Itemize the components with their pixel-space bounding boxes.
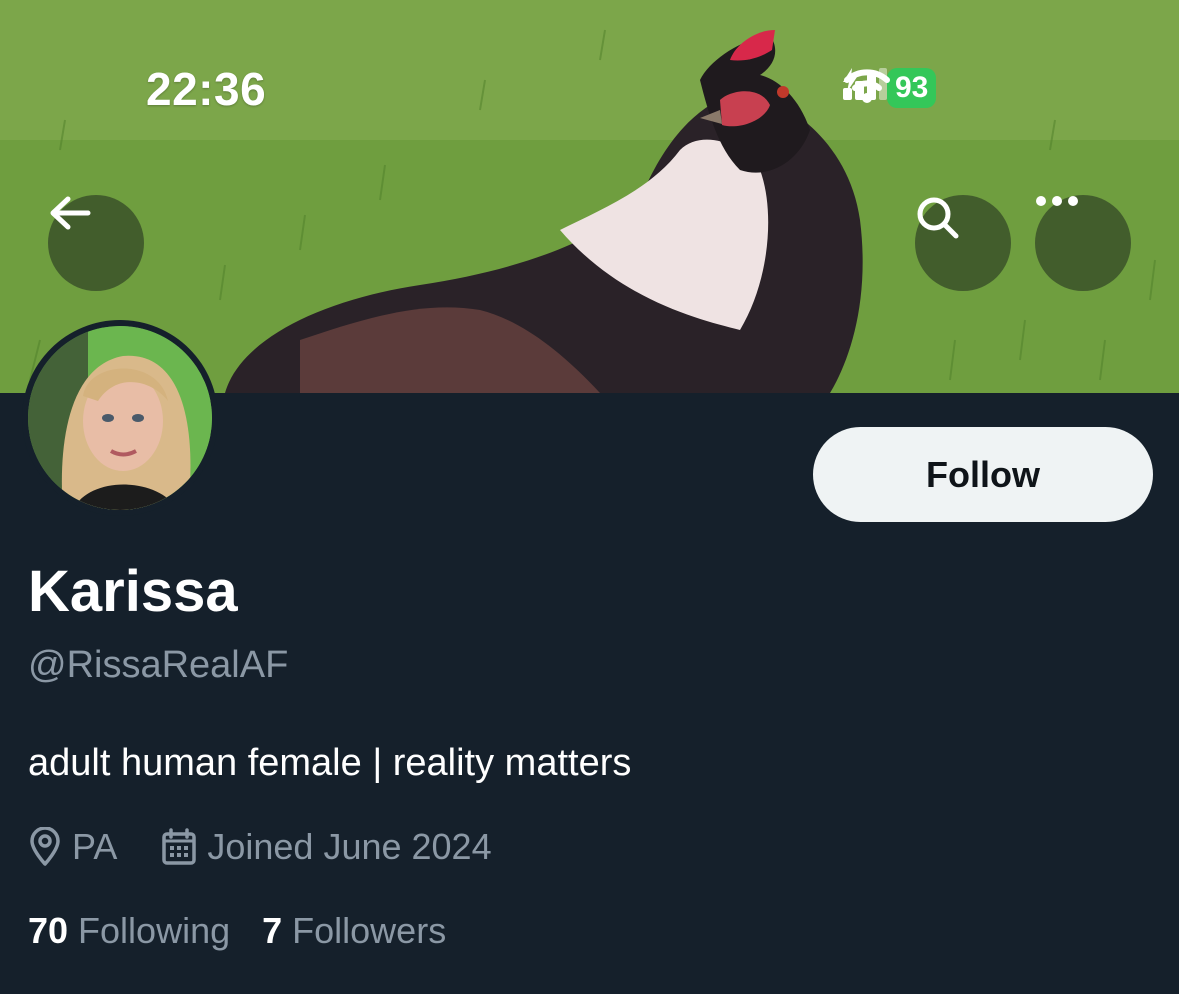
avatar-photo xyxy=(28,326,212,510)
join-date-text: Joined June 2024 xyxy=(207,826,492,867)
battery-charging-icon: 93 xyxy=(843,68,937,108)
profile-bio: adult human female | reality matters xyxy=(28,742,632,784)
search-icon xyxy=(917,197,959,239)
followers-label: Followers xyxy=(292,910,447,951)
follow-button[interactable]: Follow xyxy=(813,427,1153,522)
profile-banner[interactable]: 22:36 93 xyxy=(0,0,1179,393)
join-date: Joined June 2024 xyxy=(161,826,492,868)
profile-name: Karissa xyxy=(28,559,238,624)
following-count: 70 xyxy=(28,910,69,951)
following-label: Following xyxy=(78,910,231,951)
back-button[interactable] xyxy=(48,195,144,291)
battery-level: 93 xyxy=(895,71,929,104)
followers-link[interactable]: 7 Followers xyxy=(262,910,446,952)
status-icons: 93 xyxy=(843,68,937,108)
location-text: PA xyxy=(72,826,118,867)
location: PA xyxy=(28,826,117,868)
search-button[interactable] xyxy=(915,195,1011,291)
avatar[interactable] xyxy=(22,320,218,516)
status-time: 22:36 xyxy=(146,63,267,115)
profile-handle: @RissaRealAF xyxy=(28,644,289,686)
more-horizontal-icon xyxy=(1036,196,1078,206)
profile-stats: 70 Following 7 Followers xyxy=(28,910,478,952)
bolt-icon xyxy=(843,68,857,92)
followers-count: 7 xyxy=(262,910,283,951)
arrow-left-icon xyxy=(50,196,91,230)
profile-meta: PA Joined June 2024 xyxy=(28,826,536,868)
following-link[interactable]: 70 Following xyxy=(28,910,230,952)
banner-image xyxy=(0,0,1179,393)
more-button[interactable] xyxy=(1035,195,1131,291)
calendar-icon xyxy=(162,828,197,865)
location-pin-icon xyxy=(30,827,60,866)
